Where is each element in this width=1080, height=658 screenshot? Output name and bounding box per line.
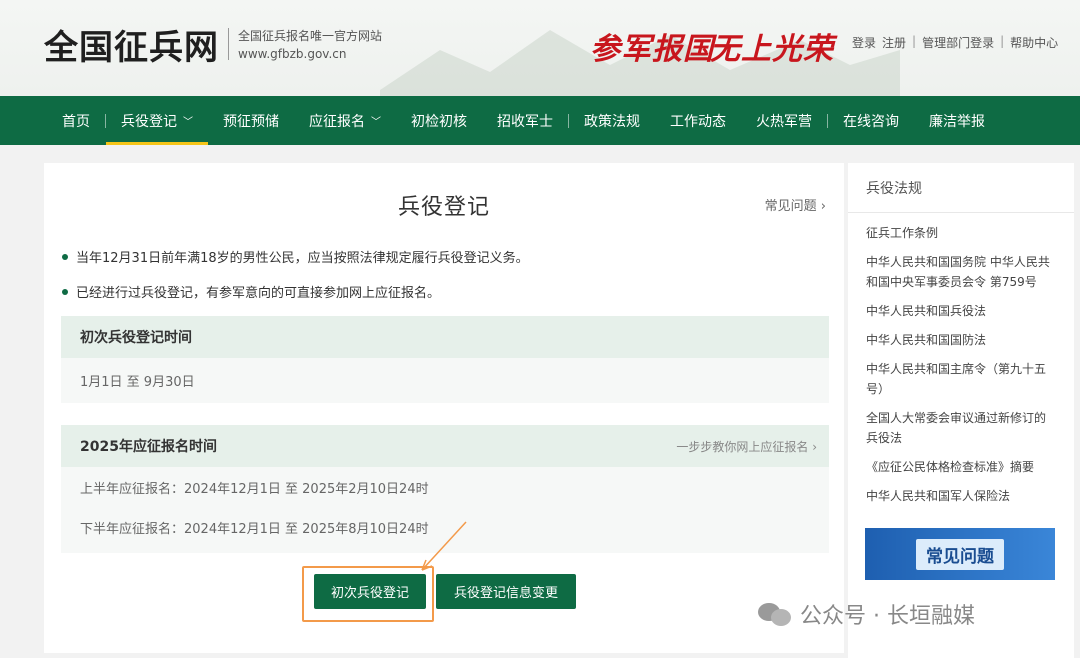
bullet-text: 当年12月31日前年满18岁的男性公民，应当按照法律规定履行兵役登记义务。 [76, 251, 529, 266]
site-subtitle: 全国征兵报名唯一官方网站 www.gfbzb.gov.cn [238, 27, 382, 63]
nav-enlistment-registration[interactable]: 应征报名 ﹀ [294, 96, 396, 145]
main-content: 兵役登记 常见问题 › 当年12月31日前年满18岁的男性公民，应当按照法律规定… [44, 163, 844, 653]
slogan-2: 无上光荣 [710, 32, 834, 67]
chevron-down-icon: ﹀ [371, 117, 381, 128]
nav-report[interactable]: 廉洁举报 [914, 96, 1000, 145]
bullet-dot-icon [62, 288, 68, 295]
sidebar-item[interactable]: 中华人民共和国军人保险法 [866, 486, 1056, 506]
site-title[interactable]: 全国征兵网 [44, 20, 219, 69]
nav-consult[interactable]: 在线咨询 [828, 96, 914, 145]
nav-label: 工作动态 [670, 113, 726, 130]
nav-label: 政策法规 [584, 113, 640, 130]
sidebar: 兵役法规 征兵工作条例 中华人民共和国国务院 中华人民共和国中央军事委员会令 第… [848, 163, 1074, 658]
first-half-period: 上半年应征报名：2024年12月1日 至 2025年2月10日24时 [80, 481, 429, 497]
nav-home[interactable]: 首页 [47, 96, 105, 145]
sidebar-item[interactable]: 中华人民共和国国务院 中华人民共和国中央军事委员会令 第759号 [866, 252, 1056, 292]
site-header: 全国征兵网 全国征兵报名唯一官方网站 www.gfbzb.gov.cn 参军报国… [0, 0, 1080, 96]
faq-link[interactable]: 常见问题 › [765, 195, 826, 214]
top-links: 登录 注册 | 管理部门登录 | 帮助中心 [852, 34, 1058, 51]
registration-period: 1月1日 至 9月30日 [80, 375, 195, 390]
nav-label: 招收军士 [497, 113, 553, 130]
nav-label: 廉洁举报 [929, 113, 985, 130]
slogan-1: 参军报国 [590, 32, 714, 67]
link-separator: | [912, 34, 917, 48]
faq-link-label: 常见问题 [764, 199, 817, 214]
site-subtitle-line1: 全国征兵报名唯一官方网站 [238, 29, 383, 43]
panel-header: 初次兵役登记时间 [61, 316, 829, 358]
panel-header: 2025年应征报名时间 一步步教你网上应征报名 › [61, 425, 829, 467]
nav-label: 兵役登记 [121, 113, 177, 130]
nav-policies[interactable]: 政策法规 [569, 96, 655, 145]
nav-label: 首页 [62, 113, 90, 130]
chevron-down-icon: ﹀ [183, 117, 193, 128]
nav-label: 预征预储 [223, 113, 279, 130]
panel-body: 1月1日 至 9月30日 [61, 358, 829, 403]
sidebar-item[interactable]: 征兵工作条例 [866, 223, 1056, 243]
guide-link[interactable]: 一步步教你网上应征报名 › [676, 438, 817, 455]
admin-login-link[interactable]: 管理部门登录 [922, 34, 994, 51]
bullet-item: 已经进行过兵役登记，有参军意向的可直接参加网上应征报名。 [62, 282, 440, 301]
bullet-item: 当年12月31日前年满18岁的男性公民，应当按照法律规定履行兵役登记义务。 [62, 247, 529, 266]
bullet-text: 已经进行过兵役登记，有参军意向的可直接参加网上应征报名。 [76, 286, 441, 301]
chevron-right-icon: › [812, 439, 817, 454]
nav-barracks[interactable]: 火热军营 [741, 96, 827, 145]
sidebar-item[interactable]: 中华人民共和国兵役法 [866, 301, 1056, 321]
nav-label: 应征报名 [309, 113, 365, 130]
panel-title: 初次兵役登记时间 [80, 330, 192, 346]
watermark: 公众号 · 长垣融媒 [758, 598, 975, 630]
bullet-dot-icon [62, 253, 68, 260]
link-separator: | [1000, 34, 1005, 48]
faq-banner[interactable]: 常见问题 [865, 528, 1055, 580]
site-url: www.gfbzb.gov.cn [238, 47, 347, 61]
watermark-text: 公众号 · 长垣融媒 [800, 604, 975, 629]
register-link[interactable]: 注册 [882, 34, 906, 51]
sidebar-item[interactable]: 中华人民共和国主席令（第九十五号） [866, 359, 1056, 399]
nav-military-registration[interactable]: 兵役登记 ﹀ [106, 96, 208, 145]
faq-banner-label: 常见问题 [916, 538, 1004, 570]
nav-pre-enlistment[interactable]: 预征预储 [208, 96, 294, 145]
login-link[interactable]: 登录 [852, 34, 876, 51]
nav-label: 在线咨询 [843, 113, 899, 130]
nav-label: 初检初核 [411, 113, 467, 130]
first-register-button[interactable]: 初次兵役登记 [314, 574, 426, 609]
wechat-icon [758, 601, 792, 627]
info-change-button[interactable]: 兵役登记信息变更 [436, 574, 576, 609]
page-title: 兵役登记 [397, 195, 490, 220]
main-nav: 首页 兵役登记 ﹀ 预征预储 应征报名 ﹀ 初检初核 招收军士 政策法规 工作动态 … [0, 96, 1080, 145]
sidebar-list: 征兵工作条例 中华人民共和国国务院 中华人民共和国中央军事委员会令 第759号 … [848, 213, 1074, 506]
sidebar-item[interactable]: 全国人大常委会审议通过新修订的兵役法 [866, 408, 1056, 448]
nav-news[interactable]: 工作动态 [655, 96, 741, 145]
sidebar-item[interactable]: 《应征公民体格检查标准》摘要 [866, 457, 1056, 477]
sidebar-item[interactable]: 中华人民共和国国防法 [866, 330, 1056, 350]
title-divider [228, 28, 229, 60]
guide-link-label: 一步步教你网上应征报名 [676, 439, 809, 454]
panel-title: 2025年应征报名时间 [80, 439, 217, 455]
first-registration-panel: 初次兵役登记时间 1月1日 至 9月30日 [61, 316, 829, 403]
nav-sergeant-recruitment[interactable]: 招收军士 [482, 96, 568, 145]
chevron-right-icon: › [820, 199, 826, 214]
sidebar-title: 兵役法规 [848, 163, 1074, 213]
nav-initial-check[interactable]: 初检初核 [396, 96, 482, 145]
help-link[interactable]: 帮助中心 [1010, 34, 1058, 51]
nav-label: 火热军营 [756, 113, 812, 130]
